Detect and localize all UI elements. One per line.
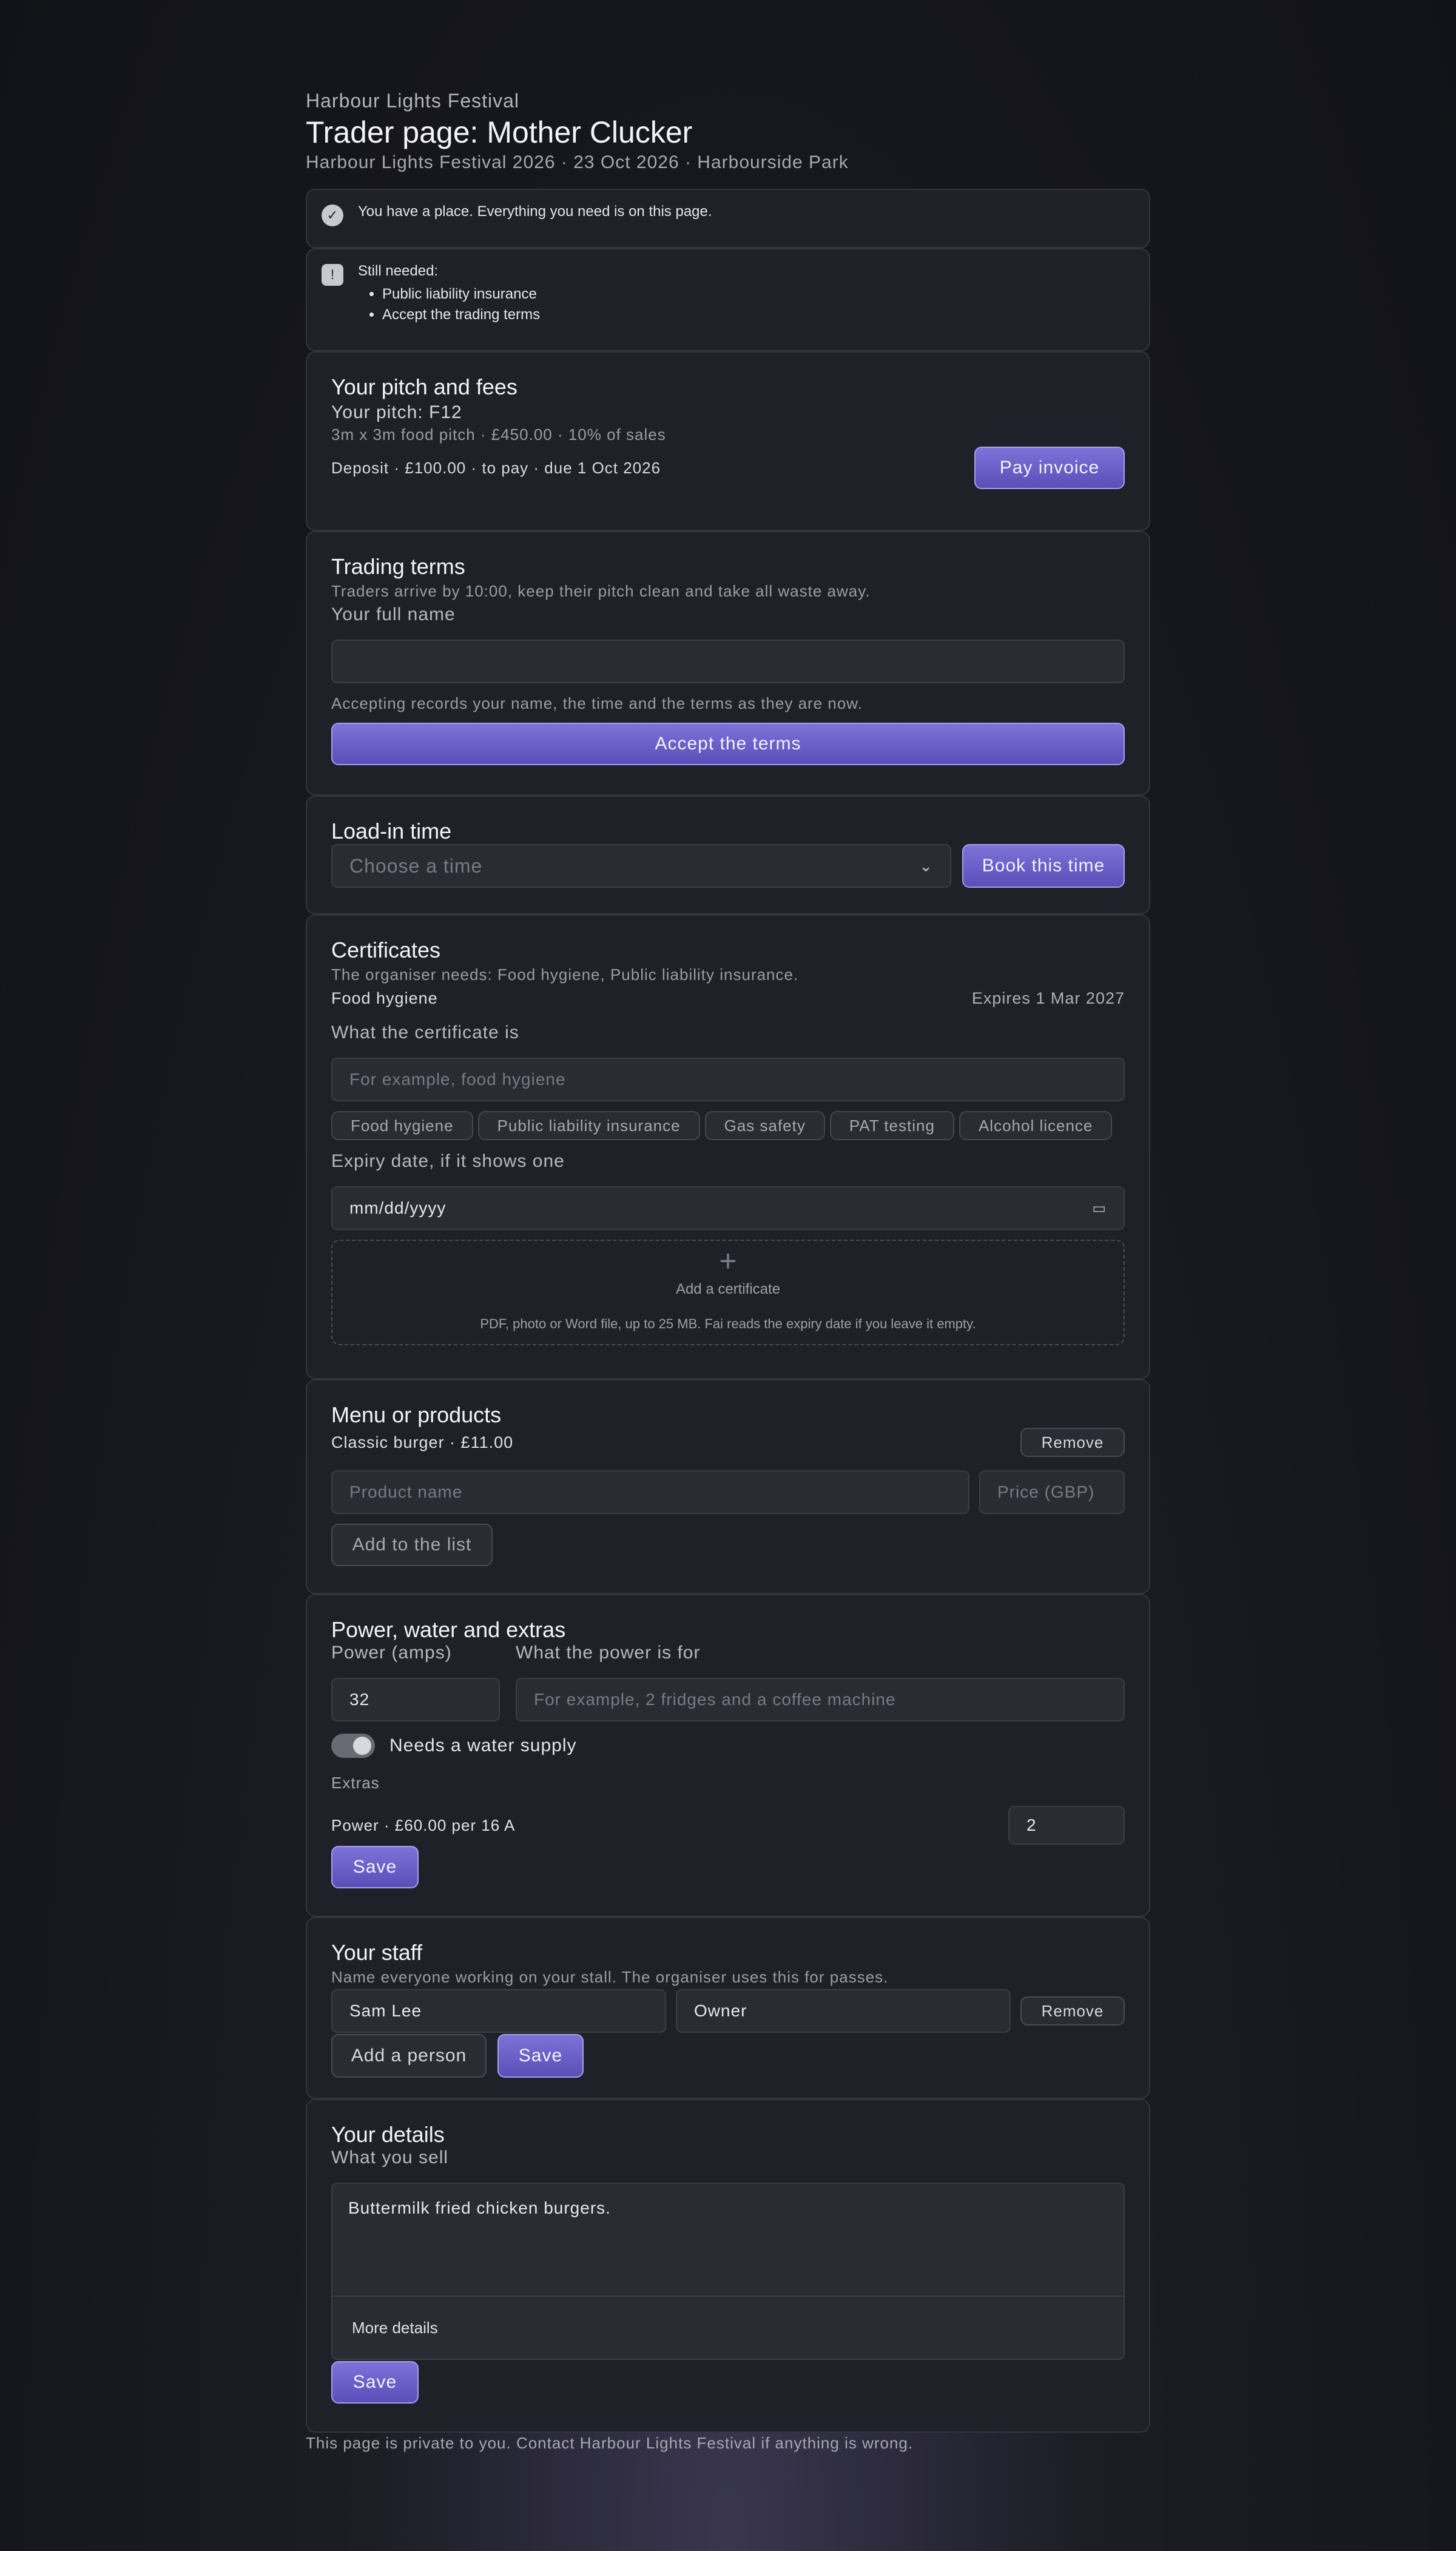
certificates-needs: The organiser needs: Food hygiene, Publi… [331, 965, 799, 984]
calendar-icon: ▭ [1092, 1200, 1107, 1217]
certificate-dropzone[interactable]: + Add a certificate PDF, photo or Word f… [331, 1240, 1125, 1345]
chip-gas-safety[interactable]: Gas safety [704, 1111, 825, 1140]
power-purpose-placeholder: For example, 2 fridges and a coffee mach… [534, 1690, 896, 1709]
pitch-title: Your pitch and fees [331, 374, 517, 399]
expiry-date-placeholder: mm/dd/yyyy [349, 1198, 447, 1217]
amps-input[interactable]: 32 [331, 1678, 500, 1722]
menu-title: Menu or products [331, 1402, 502, 1427]
chip-alcohol-licence[interactable]: Alcohol licence [959, 1111, 1113, 1140]
save-staff-button[interactable]: Save [497, 2034, 584, 2078]
expiry-label: Expiry date, if it shows one [331, 1151, 565, 1171]
more-details-toggle[interactable]: More details [331, 2297, 1125, 2360]
extra-quantity-input[interactable]: 2 [1008, 1806, 1125, 1845]
sell-label: What you sell [331, 2147, 449, 2168]
price-placeholder: Price (GBP) [997, 1482, 1095, 1501]
place-notice: ✓ You have a place. Everything you need … [306, 189, 1150, 248]
power-purpose-label: What the power is for [516, 1643, 701, 1663]
pitch-details: 3m x 3m food pitch · £450.00 · 10% of sa… [331, 425, 666, 444]
cert-type-placeholder: For example, food hygiene [349, 1070, 566, 1089]
water-toggle[interactable] [331, 1734, 375, 1758]
extra-item: Power · £60.00 per 16 A [331, 1816, 516, 1834]
details-title: Your details [331, 2122, 445, 2147]
extras-label: Extras [331, 1774, 380, 1792]
loadin-time-select[interactable]: Choose a time ⌄ [331, 844, 951, 888]
details-card: Your details What you sell Buttermilk fr… [306, 2099, 1150, 2433]
festival-name: Harbour Lights Festival [306, 90, 520, 112]
terms-text: Traders arrive by 10:00, keep their pitc… [331, 582, 871, 600]
page-subtitle: Harbour Lights Festival 2026 · 23 Oct 20… [306, 152, 849, 172]
certificates-title: Certificates [331, 938, 441, 962]
existing-cert-name: Food hygiene [331, 989, 438, 1007]
price-input[interactable]: Price (GBP) [979, 1470, 1125, 1514]
staff-note: Name everyone working on your stall. The… [331, 1968, 889, 1986]
still-needed-item: Accept the trading terms [382, 306, 540, 323]
place-notice-text: You have a place. Everything you need is… [358, 203, 712, 220]
pitch-card: Your pitch and fees Your pitch: F12 3m x… [306, 351, 1150, 531]
dropzone-note: PDF, photo or Word file, up to 25 MB. Fa… [480, 1316, 976, 1331]
chip-food-hygiene[interactable]: Food hygiene [331, 1111, 473, 1140]
water-label: Needs a water supply [389, 1735, 577, 1755]
menu-card: Menu or products Classic burger · £11.00… [306, 1379, 1150, 1594]
still-needed-list: Public liability insurance Accept the tr… [358, 286, 540, 323]
terms-note: Accepting records your name, the time an… [331, 694, 863, 712]
dropzone-title: Add a certificate [675, 1281, 781, 1297]
plus-icon: + [719, 1244, 737, 1278]
chip-pat-testing[interactable]: PAT testing [829, 1111, 954, 1140]
remove-menu-item-button[interactable]: Remove [1020, 1428, 1125, 1457]
check-circle-icon: ✓ [322, 204, 343, 226]
product-name-placeholder: Product name [349, 1482, 463, 1501]
loadin-card: Load-in time Choose a time ⌄ Book this t… [306, 796, 1150, 914]
warning-icon: ! [322, 264, 343, 286]
certificates-card: Certificates The organiser needs: Food h… [306, 914, 1150, 1379]
still-needed-notice: ! Still needed: Public liability insuran… [306, 248, 1150, 351]
sell-textarea[interactable]: Buttermilk fried chicken burgers. [331, 2183, 1125, 2297]
terms-card: Trading terms Traders arrive by 10:00, k… [306, 531, 1150, 796]
add-person-button[interactable]: Add a person [331, 2034, 487, 2078]
book-time-button[interactable]: Book this time [962, 844, 1125, 888]
amps-label: Power (amps) [331, 1643, 452, 1663]
page-title: Trader page: Mother Clucker [306, 115, 693, 149]
existing-cert-expiry: Expires 1 Mar 2027 [971, 989, 1125, 1007]
full-name-label: Your full name [331, 604, 456, 624]
cert-type-input[interactable]: For example, food hygiene [331, 1058, 1125, 1101]
loadin-title: Load-in time [331, 819, 452, 843]
pitch-number: Your pitch: F12 [331, 402, 462, 422]
add-to-list-button[interactable]: Add to the list [331, 1524, 493, 1566]
deposit-info: Deposit · £100.00 · to pay · due 1 Oct 2… [331, 458, 661, 477]
full-name-input[interactable] [331, 640, 1125, 683]
save-power-button[interactable]: Save [331, 1846, 419, 1888]
chevron-down-icon: ⌄ [919, 856, 933, 875]
page: Harbour Lights Festival Trader page: Mot… [306, 90, 1150, 2453]
loadin-select-placeholder: Choose a time [349, 854, 483, 877]
power-card: Power, water and extras Power (amps) 32 … [306, 1594, 1150, 1917]
accept-terms-button[interactable]: Accept the terms [331, 723, 1125, 765]
footer-note: This page is private to you. Contact Har… [306, 2434, 914, 2452]
power-title: Power, water and extras [331, 1617, 566, 1642]
terms-title: Trading terms [331, 554, 465, 579]
toggle-knob [353, 1737, 371, 1755]
staff-role-input[interactable]: Owner [676, 1989, 1011, 2033]
still-needed-item: Public liability insurance [382, 286, 540, 303]
power-purpose-input[interactable]: For example, 2 fridges and a coffee mach… [516, 1678, 1125, 1722]
product-name-input[interactable]: Product name [331, 1470, 969, 1514]
menu-item: Classic burger · £11.00 [331, 1433, 514, 1451]
staff-card: Your staff Name everyone working on your… [306, 1917, 1150, 2099]
save-details-button[interactable]: Save [331, 2361, 419, 2404]
staff-name-input[interactable]: Sam Lee [331, 1989, 666, 2033]
cert-type-label: What the certificate is [331, 1022, 519, 1042]
chip-public-liability[interactable]: Public liability insurance [477, 1111, 700, 1140]
pay-invoice-button[interactable]: Pay invoice [974, 447, 1125, 489]
remove-staff-button[interactable]: Remove [1020, 1996, 1125, 2026]
staff-title: Your staff [331, 1940, 423, 1965]
expiry-date-input[interactable]: mm/dd/yyyy ▭ [331, 1186, 1125, 1230]
still-needed-title: Still needed: [358, 263, 439, 279]
